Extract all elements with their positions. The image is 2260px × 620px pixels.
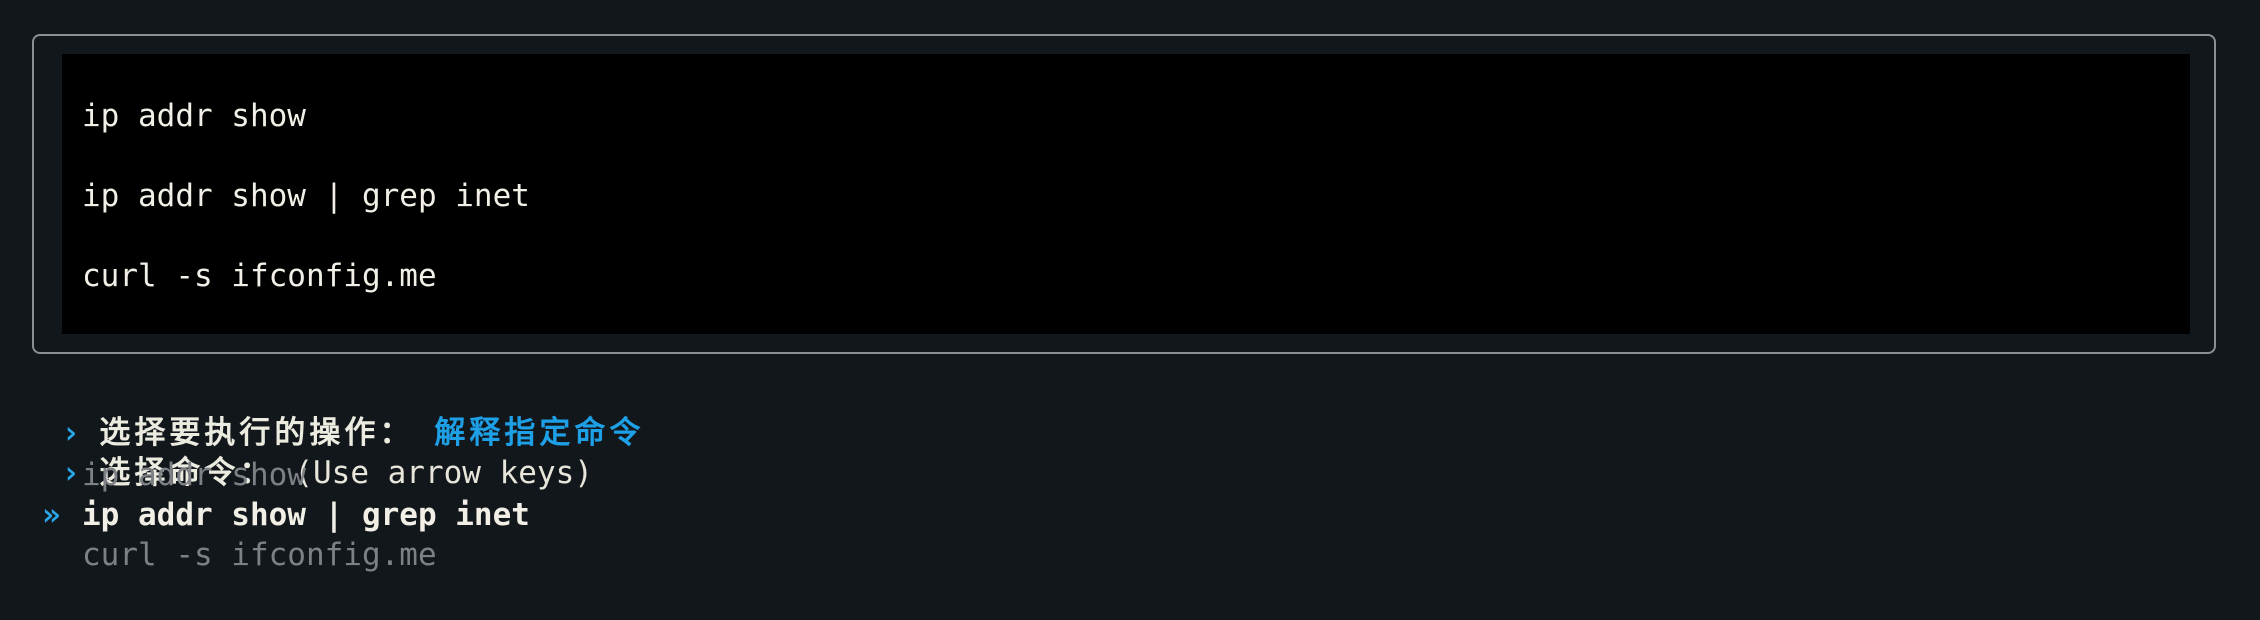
command-option-selected[interactable]: ip addr show | grep inet	[82, 495, 530, 535]
command-prompt-hint: (Use arrow keys)	[294, 455, 593, 491]
code-line: ip addr show	[82, 98, 306, 134]
selection-pointer-icon: »	[42, 497, 61, 533]
code-line: curl -s ifconfig.me	[82, 258, 437, 294]
command-prompt: › 选择命令： (Use arrow keys)	[24, 413, 593, 491]
code-line: ip addr show | grep inet	[82, 178, 530, 214]
action-prompt: › 选择要执行的操作： 解释指定命令	[24, 373, 644, 451]
command-option[interactable]: ip addr show	[82, 455, 306, 495]
code-block: ip addr show ip addr show | grep inet cu…	[62, 54, 2190, 334]
command-option[interactable]: curl -s ifconfig.me	[82, 535, 437, 575]
